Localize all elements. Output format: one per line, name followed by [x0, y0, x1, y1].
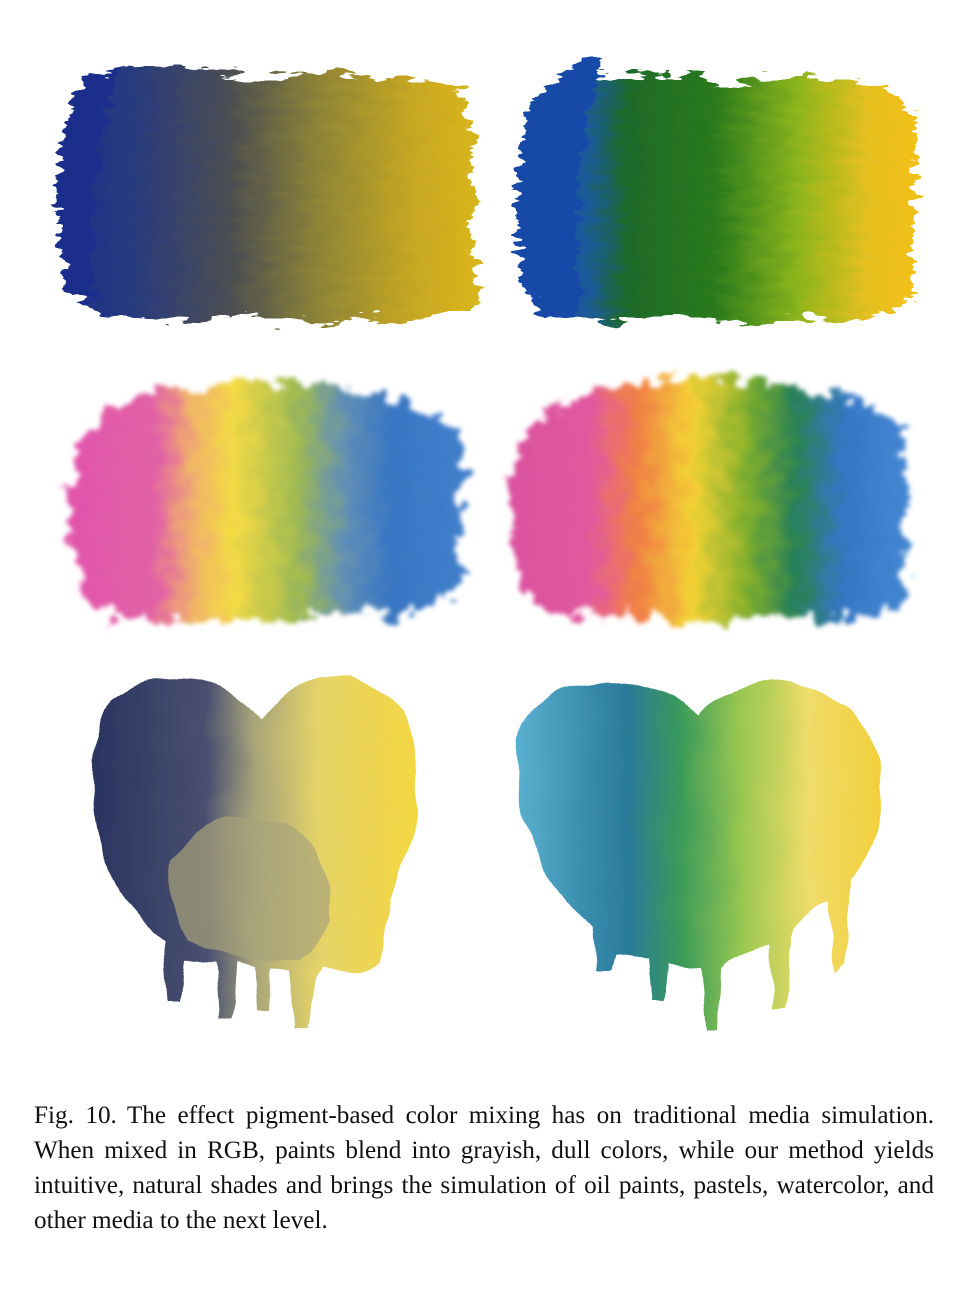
pastel-pigment-panel — [510, 378, 906, 621]
pastel-rgb-panel — [68, 380, 462, 624]
oil-rgb-panel — [56, 65, 479, 323]
watercolor-rgb-panel — [93, 675, 417, 1030]
oil-pigment-panel — [515, 56, 916, 324]
watercolor-pigment-panel — [515, 682, 882, 1030]
figure-label: Fig. 10. — [34, 1102, 117, 1129]
caption-text: The effect pigment-based color mixing ha… — [34, 1102, 934, 1234]
figure — [56, 56, 916, 1030]
figure-caption: Fig. 10. The effect pigment-based color m… — [34, 1098, 934, 1238]
